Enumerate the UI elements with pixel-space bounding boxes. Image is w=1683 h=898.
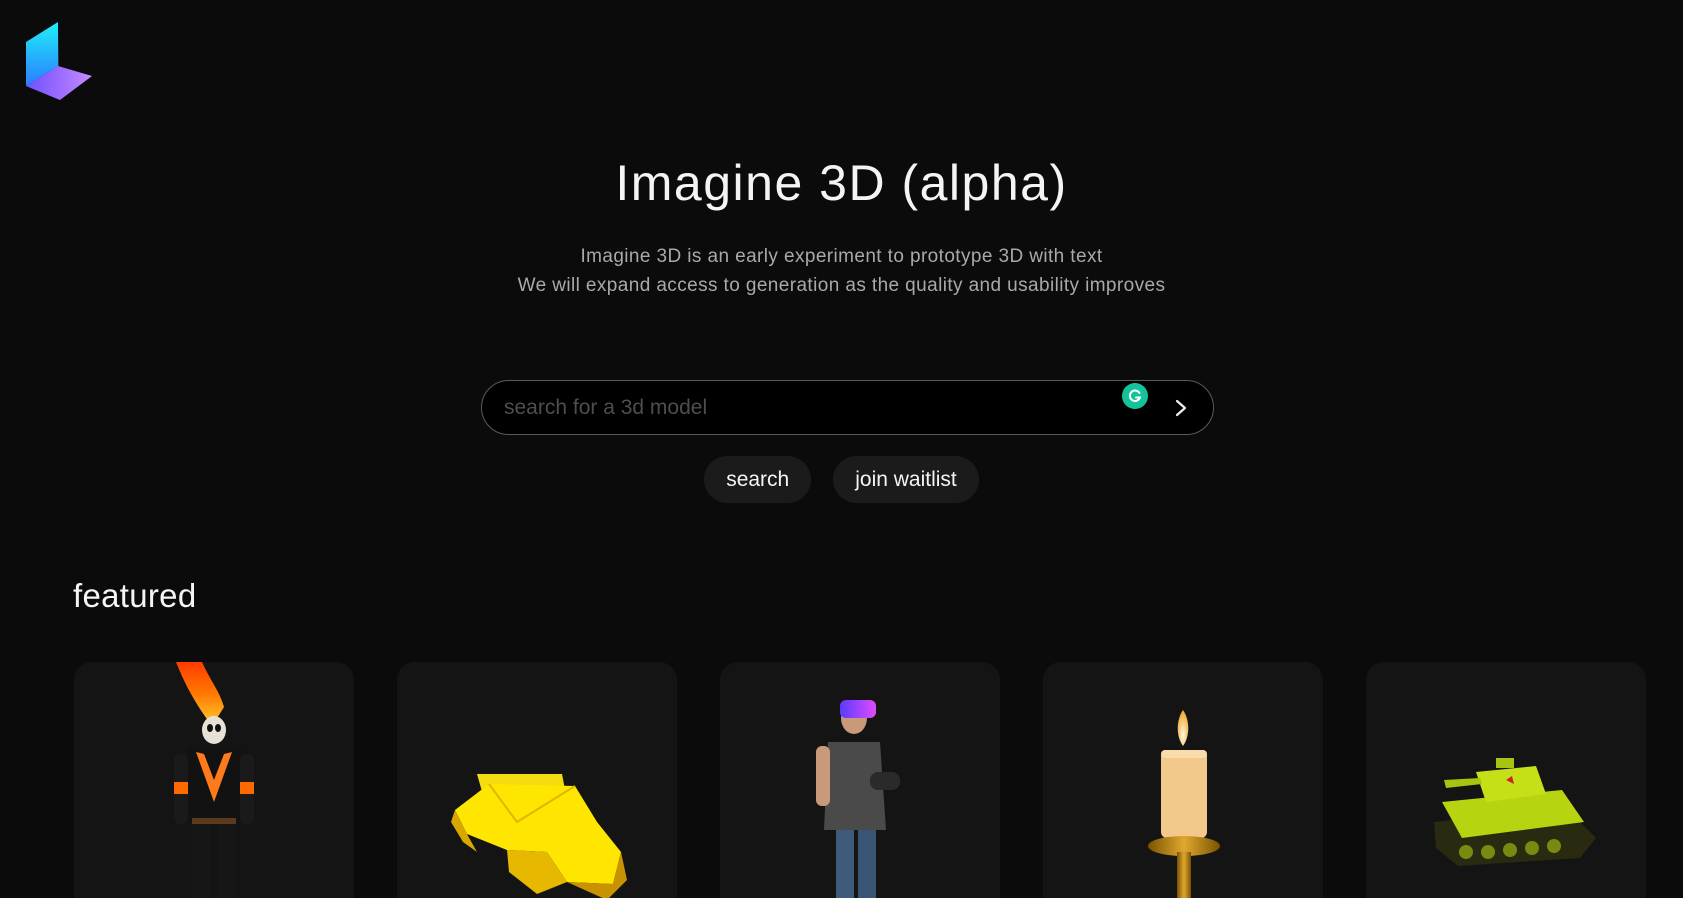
vr-man-thumbnail <box>816 700 900 898</box>
page-title: Imagine 3D (alpha) <box>615 155 1068 211</box>
tank-thumbnail <box>1434 758 1596 866</box>
grammarly-icon[interactable] <box>1122 383 1148 409</box>
featured-card-vr-man[interactable] <box>720 662 1000 898</box>
origami-vehicle-thumbnail <box>451 774 627 898</box>
subtitle-line-1: Imagine 3D is an early experiment to pro… <box>580 246 1103 267</box>
featured-card-candle[interactable] <box>1043 662 1323 898</box>
search-input[interactable] <box>504 381 1104 434</box>
brand-logo[interactable] <box>26 22 94 100</box>
page: Imagine 3D (alpha) Imagine 3D is an earl… <box>0 0 1683 898</box>
search-submit-button[interactable] <box>1167 394 1195 422</box>
featured-card-tank[interactable] <box>1366 662 1646 898</box>
candle-thumbnail <box>1148 710 1220 898</box>
hero: Imagine 3D (alpha) Imagine 3D is an earl… <box>0 150 1683 300</box>
featured-card-skull-rider[interactable] <box>74 662 354 898</box>
featured-grid <box>74 662 1654 898</box>
featured-heading: featured <box>73 577 197 614</box>
search-button[interactable]: search <box>704 456 812 503</box>
chevron-right-icon <box>1175 399 1187 417</box>
action-buttons: search join waitlist <box>0 456 1683 503</box>
search-bar <box>481 380 1214 435</box>
featured-card-origami-vehicle[interactable] <box>397 662 677 898</box>
join-waitlist-button[interactable]: join waitlist <box>833 456 979 503</box>
subtitle-line-2: We will expand access to generation as t… <box>517 275 1166 296</box>
skull-rider-thumbnail <box>174 662 254 898</box>
page-subtitle: Imagine 3D is an early experiment to pro… <box>0 242 1683 300</box>
